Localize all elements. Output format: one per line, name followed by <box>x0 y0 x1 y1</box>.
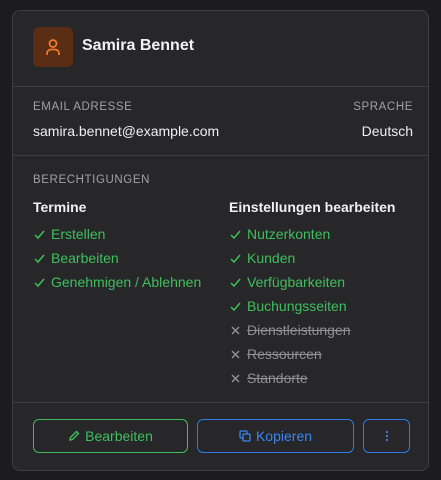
card-header: Samira Bennet <box>13 11 428 87</box>
check-icon <box>34 254 45 263</box>
permission-label: Genehmigen / Ablehnen <box>51 274 202 290</box>
check-icon <box>230 278 241 287</box>
appointments-permission-item: Genehmigen / Ablehnen <box>33 270 201 294</box>
appointments-permission-item: Bearbeiten <box>33 246 201 270</box>
settings-permission-item: Verfügbarkeiten <box>229 270 395 294</box>
check-icon <box>230 254 241 263</box>
user-card: Samira Bennet EMAIL ADRESSE samira.benne… <box>12 10 429 471</box>
copy-button-label: Kopieren <box>255 428 313 444</box>
more-options-button[interactable] <box>363 419 410 453</box>
permission-label: Standorte <box>247 370 308 386</box>
avatar <box>33 27 73 67</box>
settings-permission-item: Dienstleistungen <box>229 318 395 342</box>
more-vertical-icon <box>385 430 388 442</box>
permissions-label: BERECHTIGUNGEN <box>33 174 151 186</box>
appointments-permission-item: Erstellen <box>33 222 201 246</box>
permission-label: Kunden <box>247 250 296 266</box>
settings-permission-item: Ressourcen <box>229 342 395 366</box>
user-name: Samira Bennet <box>82 37 195 54</box>
permission-label: Verfügbarkeiten <box>247 274 346 290</box>
card-footer: Bearbeiten Kopieren <box>13 403 428 470</box>
permission-label: Erstellen <box>51 226 106 242</box>
pencil-icon <box>69 430 80 441</box>
permission-label: Ressourcen <box>247 346 322 362</box>
email-label: EMAIL ADRESSE <box>33 101 133 113</box>
permission-label: Dienstleistungen <box>247 322 351 338</box>
appointments-column: Termine Erstellen Bearbeiten Genehmigen / … <box>33 198 201 294</box>
x-icon <box>231 373 240 383</box>
check-icon <box>34 278 45 287</box>
settings-permission-item: Standorte <box>229 366 395 390</box>
check-icon <box>34 230 45 239</box>
settings-column: Einstellungen bearbeiten Nutzerkonten Kun… <box>229 198 395 390</box>
copy-icon <box>239 430 251 442</box>
permission-label: Nutzerkonten <box>247 226 331 242</box>
language-label: SPRACHE <box>353 101 413 113</box>
permission-label: Bearbeiten <box>51 250 119 266</box>
settings-permission-item: Kunden <box>229 246 395 270</box>
check-icon <box>230 302 241 311</box>
permissions-section: BERECHTIGUNGEN Termine Erstellen Bearbeit… <box>13 156 428 403</box>
user-icon <box>46 39 60 55</box>
edit-button-label: Bearbeiten <box>85 428 153 444</box>
language-value: Deutsch <box>361 123 413 139</box>
settings-permission-item: Nutzerkonten <box>229 222 395 246</box>
settings-title: Einstellungen bearbeiten <box>229 199 396 215</box>
info-section: EMAIL ADRESSE samira.bennet@example.com … <box>13 87 428 156</box>
x-icon <box>231 325 240 335</box>
permission-label: Buchungsseiten <box>247 298 347 314</box>
copy-button[interactable]: Kopieren <box>197 419 354 453</box>
check-icon <box>230 230 241 239</box>
settings-permission-item: Buchungsseiten <box>229 294 395 318</box>
edit-button[interactable]: Bearbeiten <box>33 419 188 453</box>
email-value: samira.bennet@example.com <box>33 123 220 139</box>
appointments-title: Termine <box>33 199 87 215</box>
x-icon <box>231 349 240 359</box>
